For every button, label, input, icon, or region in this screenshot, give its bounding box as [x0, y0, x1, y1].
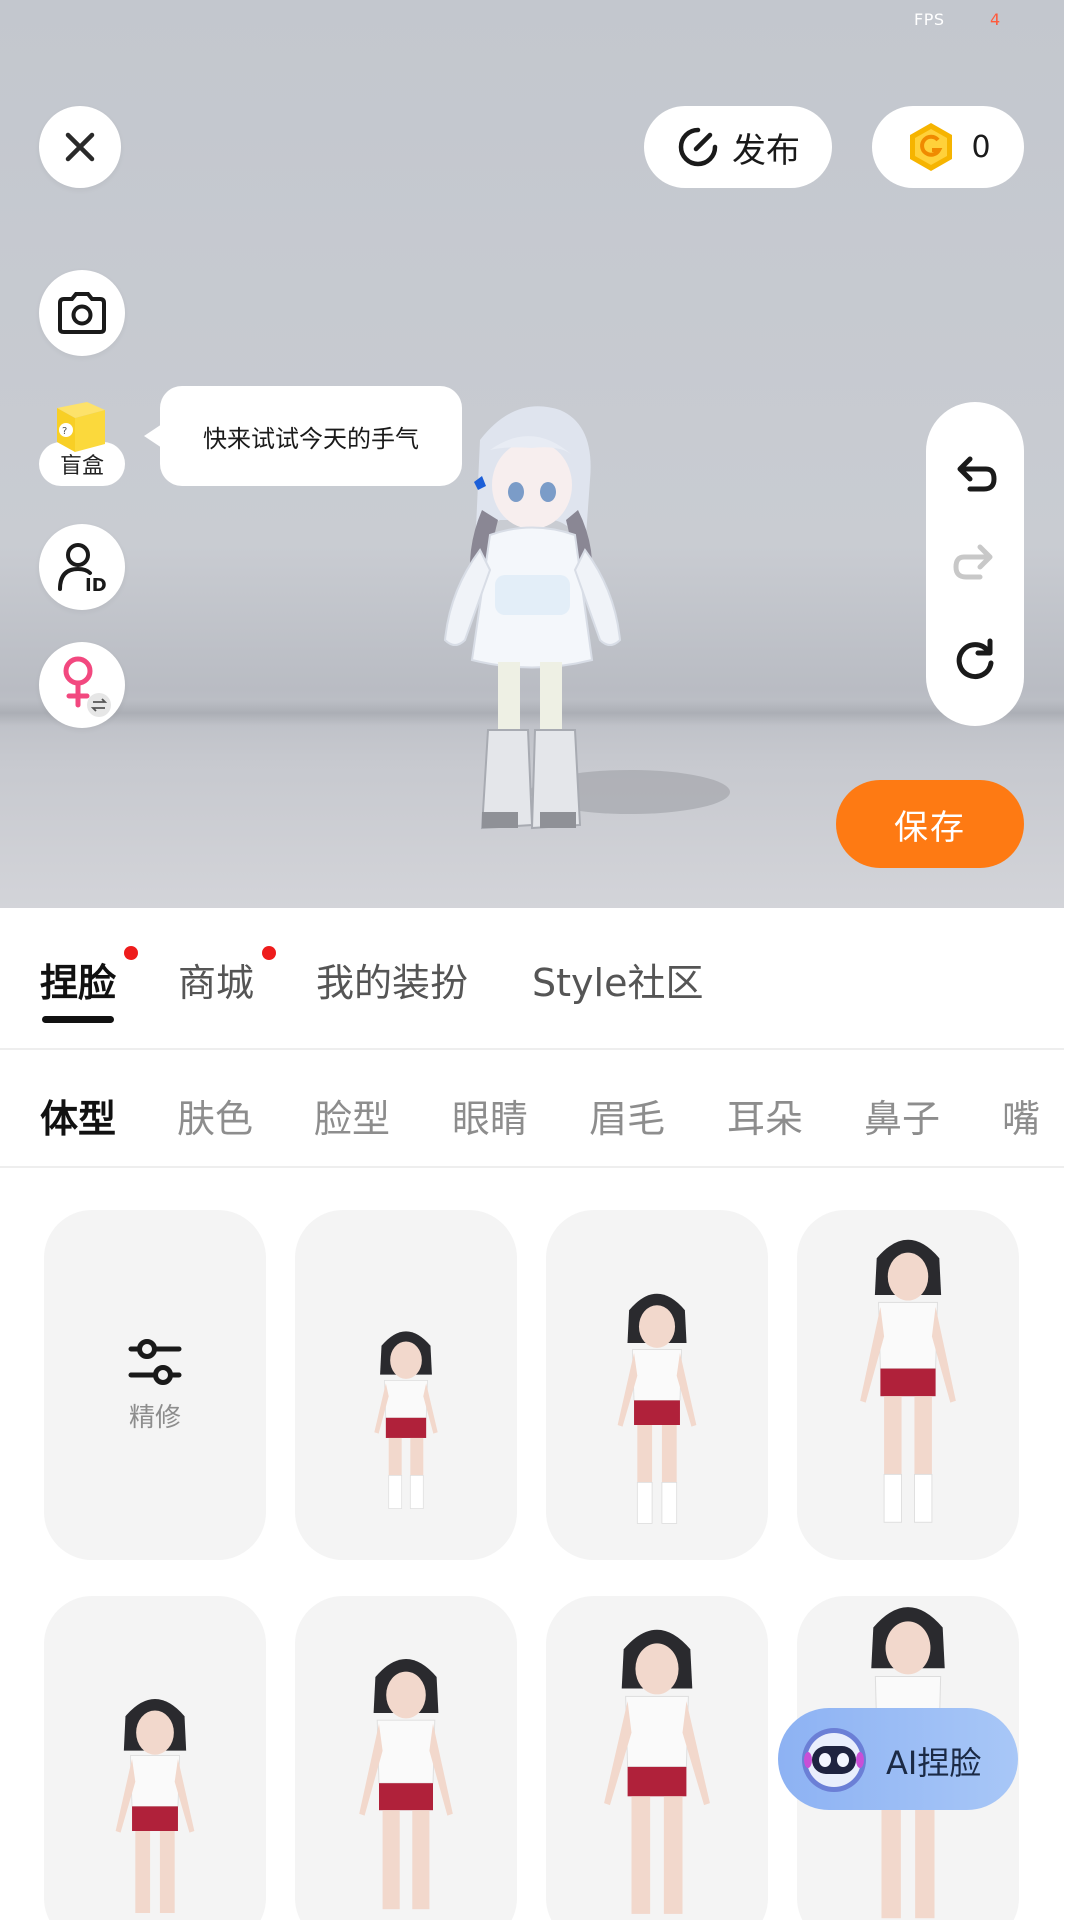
subtab-ears[interactable]: 耳朵 [727, 1088, 803, 1143]
coin-balance-button[interactable]: 0 [872, 106, 1024, 188]
undo-button[interactable] [945, 446, 1005, 506]
subtab-face-shape[interactable]: 脸型 [314, 1088, 390, 1143]
tab-my-outfits[interactable]: 我的装扮 [316, 952, 468, 1007]
body-preset-card[interactable] [797, 1210, 1019, 1560]
ai-face-button[interactable]: AI捏脸 [778, 1708, 1018, 1810]
close-button[interactable] [39, 106, 121, 188]
tab-face-badge-dot [124, 946, 138, 960]
refine-card[interactable]: 精修 [44, 1210, 266, 1560]
profile-id-icon: ID [58, 543, 107, 593]
active-tab-indicator [42, 1016, 114, 1023]
redo-button[interactable] [945, 534, 1005, 594]
refine-label: 精修 [128, 1402, 181, 1433]
main-tab-bar: 捏脸 商城 我的装扮 Style社区 [0, 908, 1064, 1048]
avatar-id-button[interactable]: ID [39, 524, 125, 610]
body-preset-card[interactable] [44, 1596, 266, 1920]
body-preset-figure [617, 1293, 697, 1524]
subtab-nose[interactable]: 鼻子 [864, 1088, 940, 1143]
fps-value: 4 [990, 10, 1001, 29]
subtab-eyes[interactable]: 眼睛 [452, 1088, 528, 1143]
stage-edge [1064, 0, 1080, 908]
svg-text:?: ? [62, 426, 67, 437]
publish-label: 发布 [732, 130, 800, 171]
blindbox-tip-text: 快来试试今天的手气 [203, 424, 419, 453]
coin-icon [910, 123, 953, 171]
redo-icon [953, 544, 993, 580]
svg-text:ID: ID [85, 575, 107, 593]
subtab-body-shape[interactable]: 体型 [40, 1088, 116, 1143]
avatar-stage[interactable]: FPS 4 发布 0 ? 盲盒 快来试试今天的手气 ID 保存 [0, 0, 1064, 908]
blindbox-icon: ? [57, 402, 105, 452]
subtab-mouth[interactable]: 嘴 [1002, 1088, 1040, 1143]
history-panel [926, 402, 1024, 726]
blindbox-label: 盲盒 [59, 454, 104, 479]
blindbox-tip-bubble: 快来试试今天的手气 [144, 386, 462, 486]
avatar-character[interactable] [420, 400, 730, 860]
gender-female-icon [63, 656, 111, 717]
fps-label: FPS [914, 10, 945, 29]
undo-icon [957, 456, 997, 492]
camera-button[interactable] [39, 270, 125, 356]
coin-count: 0 [971, 129, 991, 165]
ai-face-label: AI捏脸 [886, 1744, 982, 1782]
body-preset-card[interactable] [546, 1210, 768, 1560]
body-preset-card[interactable] [546, 1596, 768, 1920]
blindbox-button[interactable]: ? 盲盒 [39, 392, 129, 492]
body-preset-figure [860, 1239, 956, 1523]
subtab-skin-color[interactable]: 肤色 [177, 1088, 253, 1143]
body-preset-figure [115, 1698, 195, 1913]
tab-shop-badge-dot [262, 946, 276, 960]
body-preset-card[interactable] [295, 1596, 517, 1920]
tab-style-community[interactable]: Style社区 [532, 952, 703, 1007]
gender-switch-button[interactable] [39, 642, 125, 728]
publish-button[interactable]: 发布 [644, 106, 832, 188]
camera-icon [58, 292, 106, 334]
body-preset-figure [374, 1331, 438, 1509]
robot-icon [802, 1728, 866, 1792]
tab-shop[interactable]: 商城 [178, 952, 254, 1007]
tab-face[interactable]: 捏脸 [40, 952, 116, 1007]
sliders-icon [128, 1338, 182, 1385]
body-preset-figure [604, 1629, 710, 1914]
subtab-eyebrows[interactable]: 眉毛 [589, 1088, 665, 1143]
reset-icon [956, 638, 994, 680]
body-preset-card[interactable] [295, 1210, 517, 1560]
category-tab-bar: 体型 肤色 脸型 眼睛 眉毛 耳朵 鼻子 嘴 [0, 1050, 1064, 1168]
save-button[interactable]: 保存 [836, 780, 1024, 868]
close-icon [65, 132, 95, 162]
reset-button[interactable] [945, 630, 1005, 690]
body-preset-figure [359, 1659, 453, 1910]
subtabs-divider [0, 1166, 1064, 1168]
publish-icon [678, 127, 718, 167]
